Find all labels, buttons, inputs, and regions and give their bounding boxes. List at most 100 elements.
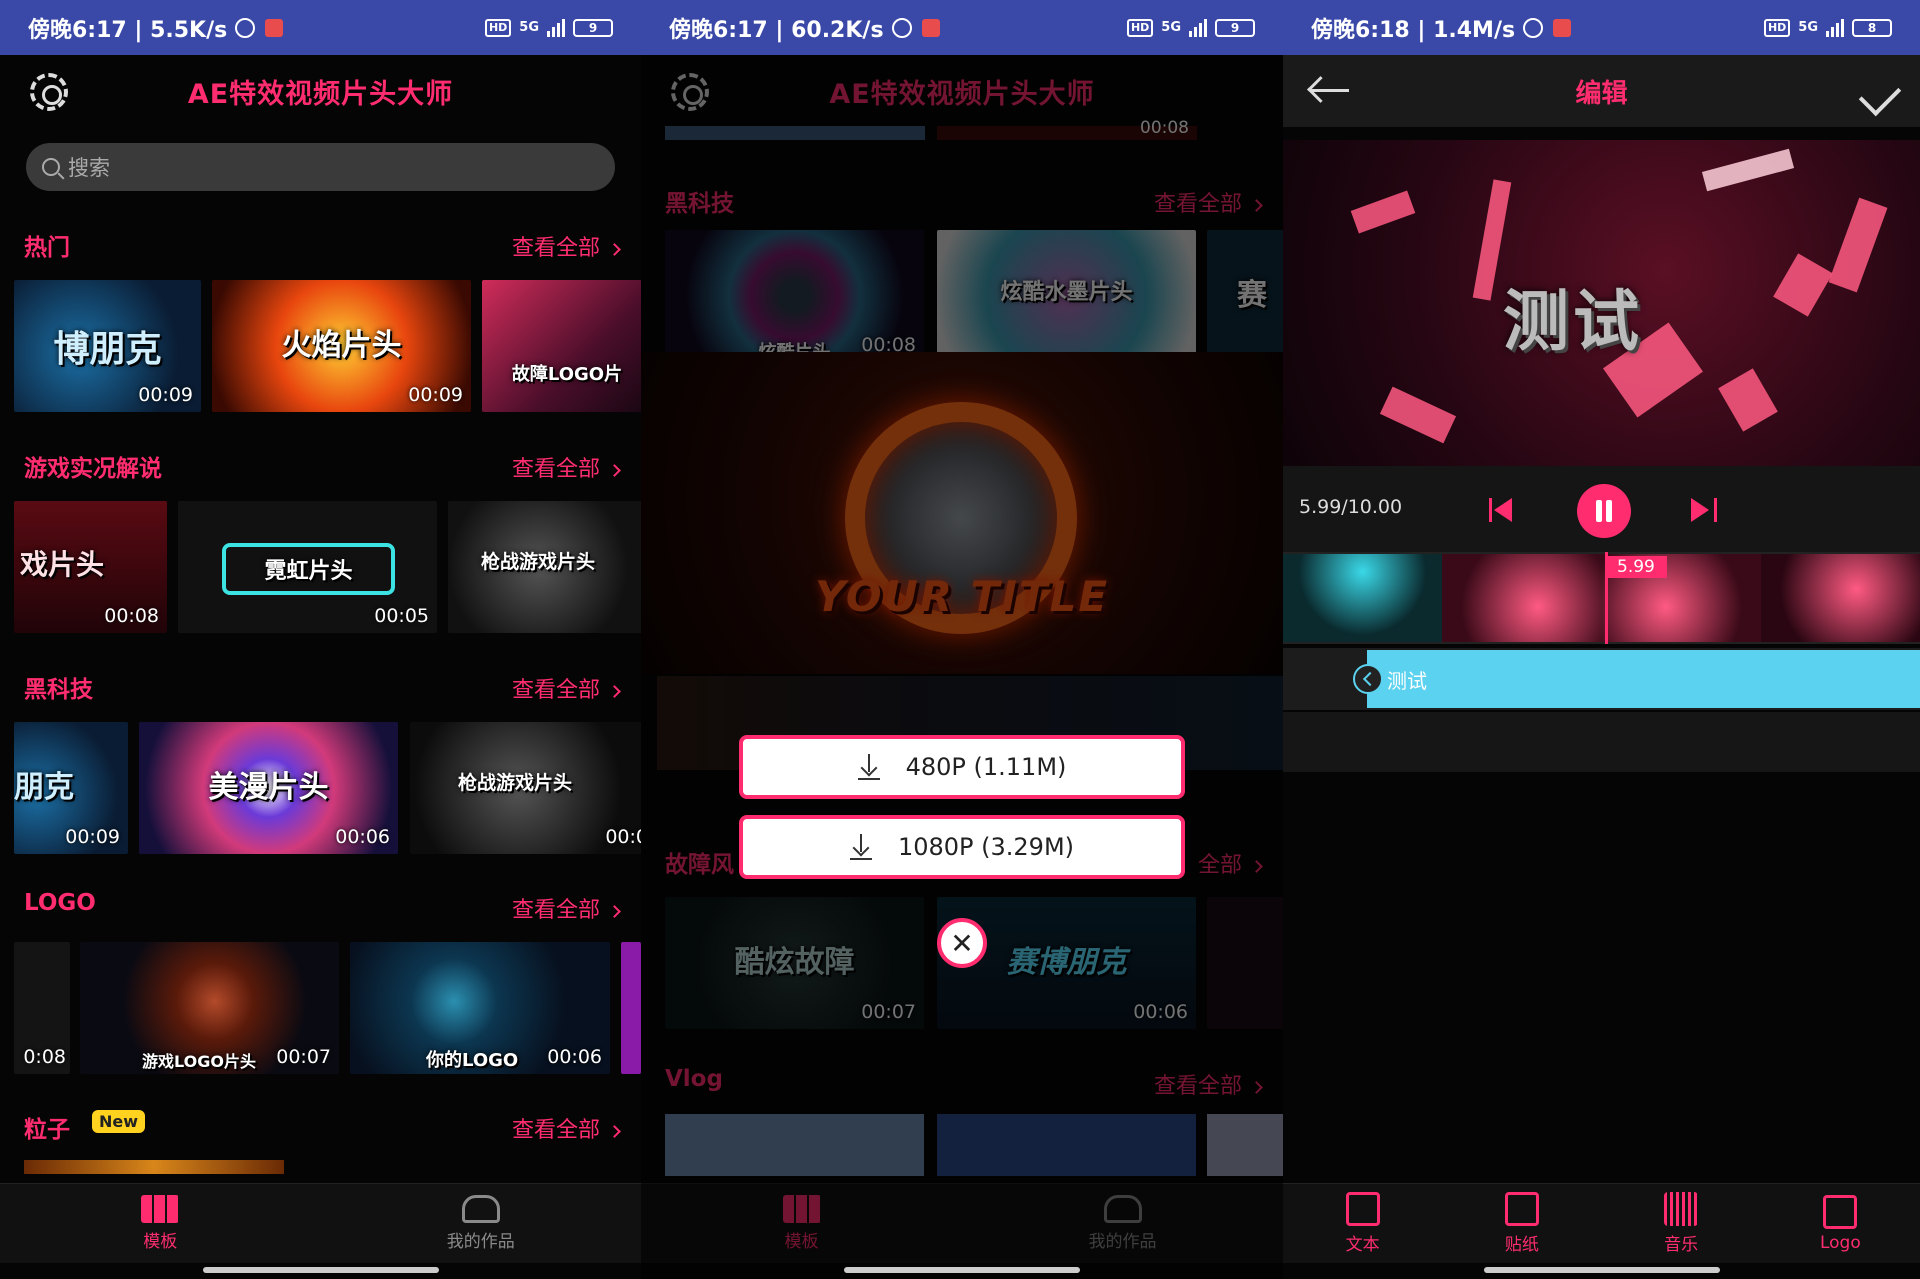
tool-sticker[interactable]: 贴纸 — [1442, 1184, 1601, 1263]
alarm-icon — [891, 17, 912, 38]
battery-icon: 9 — [573, 18, 613, 37]
chevron-right-icon — [608, 242, 621, 256]
template-thumb[interactable] — [621, 942, 641, 1074]
status-time: 傍晚6:17 | 60.2K/s — [669, 17, 884, 43]
template-thumb[interactable] — [937, 1114, 1196, 1176]
download-1080p-button[interactable]: 1080P (3.29M) — [739, 815, 1185, 879]
templates-icon — [782, 1195, 821, 1223]
video-camera-icon — [1103, 1195, 1142, 1223]
view-all-link[interactable]: 查看全部 — [1154, 186, 1263, 218]
template-thumb[interactable]: 游戏LOGO片头 00:07 — [80, 942, 339, 1074]
time-readout: 5.99/10.00 — [1299, 496, 1403, 518]
search-icon — [42, 158, 60, 176]
battery-icon: 8 — [1852, 18, 1892, 37]
search-placeholder: 搜索 — [68, 156, 110, 180]
chevron-right-icon — [608, 684, 621, 698]
editor-toolbar: 文本 贴纸 音乐 Logo — [1283, 1183, 1920, 1263]
section-title: 故障风 — [665, 852, 734, 878]
close-dialog-button[interactable]: ✕ — [937, 918, 987, 968]
section-title: Vlog — [665, 1066, 723, 1092]
partial-thumb[interactable] — [665, 126, 925, 140]
app-notification-icon — [1553, 18, 1572, 37]
video-timeline[interactable] — [1283, 552, 1920, 644]
status-bar: 傍晚6:17 | 5.5K/s HD 5G 9 — [0, 0, 641, 55]
signal-icon — [1189, 18, 1207, 37]
partial-thumb[interactable]: 00:08 — [937, 118, 1197, 140]
preview-text: 测试 — [1503, 283, 1643, 360]
network-label: 5G — [1161, 20, 1181, 35]
chevron-right-icon — [1250, 198, 1263, 212]
audio-wave-icon — [1664, 1192, 1699, 1226]
template-thumb[interactable]: 霓虹片头 00:05 — [178, 501, 437, 633]
pause-button[interactable] — [1577, 484, 1631, 538]
template-thumb[interactable]: 朋克 00:09 — [14, 722, 128, 854]
template-thumb[interactable]: 炫酷水墨片头 — [937, 230, 1196, 362]
confirm-check-icon[interactable] — [1858, 73, 1902, 117]
signal-icon — [1826, 18, 1844, 37]
template-thumb[interactable]: 博朋克 00:09 — [14, 280, 201, 412]
view-all-link[interactable]: 查看全部 — [512, 892, 621, 924]
template-thumb[interactable] — [665, 1114, 924, 1176]
settings-gear-icon[interactable] — [30, 73, 68, 111]
view-all-link[interactable]: 查看全部 — [512, 1112, 621, 1144]
nav-my-works[interactable]: 我的作品 — [962, 1184, 1283, 1263]
view-all-link[interactable]: 查看全部 — [512, 230, 621, 262]
nav-templates[interactable]: 模板 — [0, 1184, 321, 1263]
text-clip[interactable]: 测试 — [1367, 650, 1920, 708]
back-arrow-icon[interactable] — [1311, 89, 1349, 92]
hd-icon: HD — [1126, 18, 1154, 37]
nav-my-works[interactable]: 我的作品 — [321, 1184, 642, 1263]
clip-trim-handle[interactable] — [1353, 664, 1383, 694]
template-thumb[interactable]: 酷炫故障 00:07 — [665, 897, 924, 1029]
section-title: 热门 — [24, 235, 70, 261]
template-thumb[interactable]: 赛 — [1207, 230, 1283, 362]
view-all-link[interactable]: 全部 — [1198, 847, 1263, 879]
chevron-right-icon — [608, 1124, 621, 1138]
section-title: LOGO — [24, 890, 96, 916]
download-icon — [849, 834, 872, 860]
template-thumb[interactable] — [1207, 897, 1283, 1029]
section-black-tech: 黑科技 查看全部 炫酷片头 00:08 炫酷水墨片头 赛 — [641, 184, 1283, 374]
skip-back-icon[interactable] — [1489, 498, 1515, 522]
home-screen: 傍晚6:17 | 5.5K/s HD 5G 9 AE特效视频片头大师 搜索 热门… — [0, 0, 641, 1279]
status-time: 傍晚6:18 | 1.4M/s — [1311, 17, 1516, 43]
image-icon — [1504, 1192, 1539, 1226]
section-black-tech: 黑科技 查看全部 朋克 00:09 美漫片头 00:06 枪战游戏片头 00:0 — [0, 670, 641, 860]
home-indicator — [1483, 1267, 1720, 1273]
template-thumb[interactable]: 戏片头 00:08 — [14, 501, 167, 633]
status-bar: 傍晚6:17 | 60.2K/s HD 5G 9 — [641, 0, 1283, 55]
template-thumb[interactable]: 炫酷片头 00:08 — [665, 230, 924, 362]
tool-logo[interactable]: Logo — [1761, 1184, 1920, 1263]
download-480p-button[interactable]: 480P (1.11M) — [739, 735, 1185, 799]
alarm-icon — [235, 17, 256, 38]
template-thumb[interactable]: 0:08 — [14, 942, 70, 1074]
search-input[interactable]: 搜索 — [26, 143, 615, 191]
template-thumb[interactable]: 故障LOGO片 — [482, 280, 641, 412]
section-title: 粒子 — [24, 1117, 70, 1143]
template-thumb[interactable]: 枪战游戏片头 — [448, 501, 641, 633]
new-badge: New — [92, 1110, 146, 1133]
template-thumb[interactable]: 你的LOGO 00:06 — [350, 942, 610, 1074]
view-all-link[interactable]: 查看全部 — [512, 451, 621, 483]
logo-icon — [1823, 1194, 1858, 1229]
settings-gear-icon[interactable] — [671, 73, 709, 111]
skip-forward-icon[interactable] — [1691, 498, 1717, 522]
template-thumb[interactable]: 火焰片头 00:09 — [212, 280, 471, 412]
empty-track — [1283, 712, 1920, 772]
template-thumb[interactable]: 美漫片头 00:06 — [139, 722, 398, 854]
template-thumb[interactable]: 枪战游戏片头 00:0 — [410, 722, 641, 854]
hd-icon: HD — [1763, 18, 1791, 37]
download-icon — [857, 754, 880, 780]
tool-music[interactable]: 音乐 — [1602, 1184, 1761, 1263]
nav-templates[interactable]: 模板 — [641, 1184, 962, 1263]
video-preview[interactable]: 测试 — [1283, 140, 1920, 466]
chevron-right-icon — [1250, 859, 1263, 873]
hd-icon: HD — [484, 18, 512, 37]
view-all-link[interactable]: 查看全部 — [512, 672, 621, 704]
bottom-nav: 模板 我的作品 — [641, 1183, 1283, 1263]
templates-icon — [141, 1195, 180, 1223]
home-indicator — [202, 1267, 439, 1273]
tool-text[interactable]: 文本 — [1283, 1184, 1442, 1263]
template-thumb[interactable] — [1207, 1114, 1283, 1176]
view-all-link[interactable]: 查看全部 — [1154, 1068, 1263, 1100]
